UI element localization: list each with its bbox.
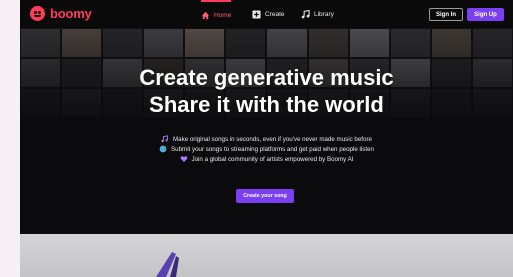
create-your-song-button[interactable]: Create your song (236, 189, 294, 203)
app-window: boomy Home Create Library Sign In Sign U… (20, 0, 513, 277)
music-notes-icon (161, 135, 168, 143)
feature-item: Join a global community of artists empow… (20, 154, 513, 164)
hero-section: Create generative music Share it with th… (20, 28, 513, 234)
feature-item: Submit your songs to streaming platforms… (20, 144, 513, 154)
sign-in-button[interactable]: Sign In (429, 8, 463, 21)
nav-create-link[interactable]: Create (252, 0, 285, 28)
nav-library-label: Library (314, 10, 334, 18)
globe-icon (159, 145, 167, 153)
hero-gradient-overlay (20, 28, 513, 234)
nav-library-link[interactable]: Library (301, 0, 334, 28)
nav-home-label: Home (214, 11, 232, 19)
feature-item: Make original songs in seconds, even if … (20, 134, 513, 144)
brand-logo[interactable]: boomy (30, 6, 92, 21)
nav-create-label: Create (265, 10, 285, 18)
music-note-icon (301, 9, 310, 18)
sign-up-button[interactable]: Sign Up (467, 8, 504, 21)
house-icon (201, 11, 210, 19)
brand-name: boomy (50, 6, 92, 21)
top-navbar: boomy Home Create Library Sign In Sign U… (20, 0, 513, 28)
heart-icon (180, 156, 187, 163)
nav-home-link[interactable]: Home (201, 0, 232, 28)
plus-square-icon (252, 9, 261, 19)
headline-line-1: Create generative music (139, 65, 394, 90)
feature-text: Submit your songs to streaming platforms… (171, 145, 374, 153)
feature-text: Join a global community of artists empow… (191, 155, 354, 163)
hero-headline: Create generative music Share it with th… (20, 64, 513, 118)
lower-section-image (20, 234, 513, 277)
boomy-face-icon (30, 6, 45, 21)
headline-line-2: Share it with the world (149, 92, 384, 117)
feature-list: Make original songs in seconds, even if … (20, 134, 513, 164)
decorative-illustration (156, 252, 179, 277)
feature-text: Make original songs in seconds, even if … (173, 135, 372, 143)
